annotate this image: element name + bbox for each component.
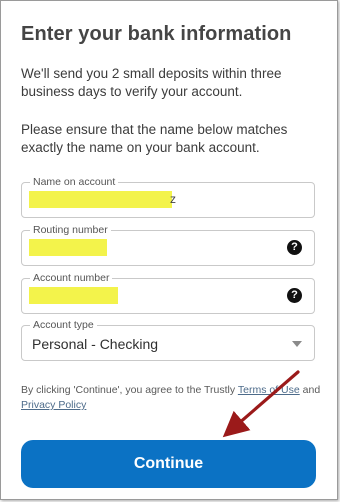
name-on-account-label: Name on account xyxy=(30,175,119,189)
question-circle-icon[interactable]: ? xyxy=(287,288,302,303)
name-visible-suffix: z xyxy=(170,192,176,206)
redacted-name-highlight xyxy=(29,191,172,208)
name-on-account-field[interactable]: Name on account z xyxy=(21,175,315,218)
account-type-value: Personal - Checking xyxy=(32,336,159,352)
account-type-label: Account type xyxy=(30,318,97,332)
question-circle-icon[interactable]: ? xyxy=(287,240,302,255)
redacted-account-highlight xyxy=(29,287,118,304)
terms-prefix: By clicking 'Continue', you agree to the… xyxy=(21,384,238,396)
page-title: Enter your bank information xyxy=(21,23,292,45)
privacy-policy-link[interactable]: Privacy Policy xyxy=(21,399,86,411)
redacted-routing-highlight xyxy=(29,239,107,256)
terms-conjunction: and xyxy=(299,384,321,396)
terms-of-use-link[interactable]: Terms of Use xyxy=(238,384,300,396)
account-type-select[interactable]: Account type Personal - Checking xyxy=(21,318,315,361)
continue-button[interactable]: Continue xyxy=(21,440,316,488)
routing-number-field[interactable]: Routing number ? xyxy=(21,223,315,266)
caret-down-icon[interactable] xyxy=(292,341,302,347)
bank-info-panel: Enter your bank information We'll send y… xyxy=(0,0,338,500)
deposit-info-text: We'll send you 2 small deposits within t… xyxy=(21,66,282,99)
routing-number-label: Routing number xyxy=(30,223,111,237)
account-number-field[interactable]: Account number ? xyxy=(21,271,315,314)
terms-agreement-text: By clicking 'Continue', you agree to the… xyxy=(21,383,321,413)
name-match-text: Please ensure that the name below matche… xyxy=(21,122,288,155)
account-number-label: Account number xyxy=(30,271,113,285)
